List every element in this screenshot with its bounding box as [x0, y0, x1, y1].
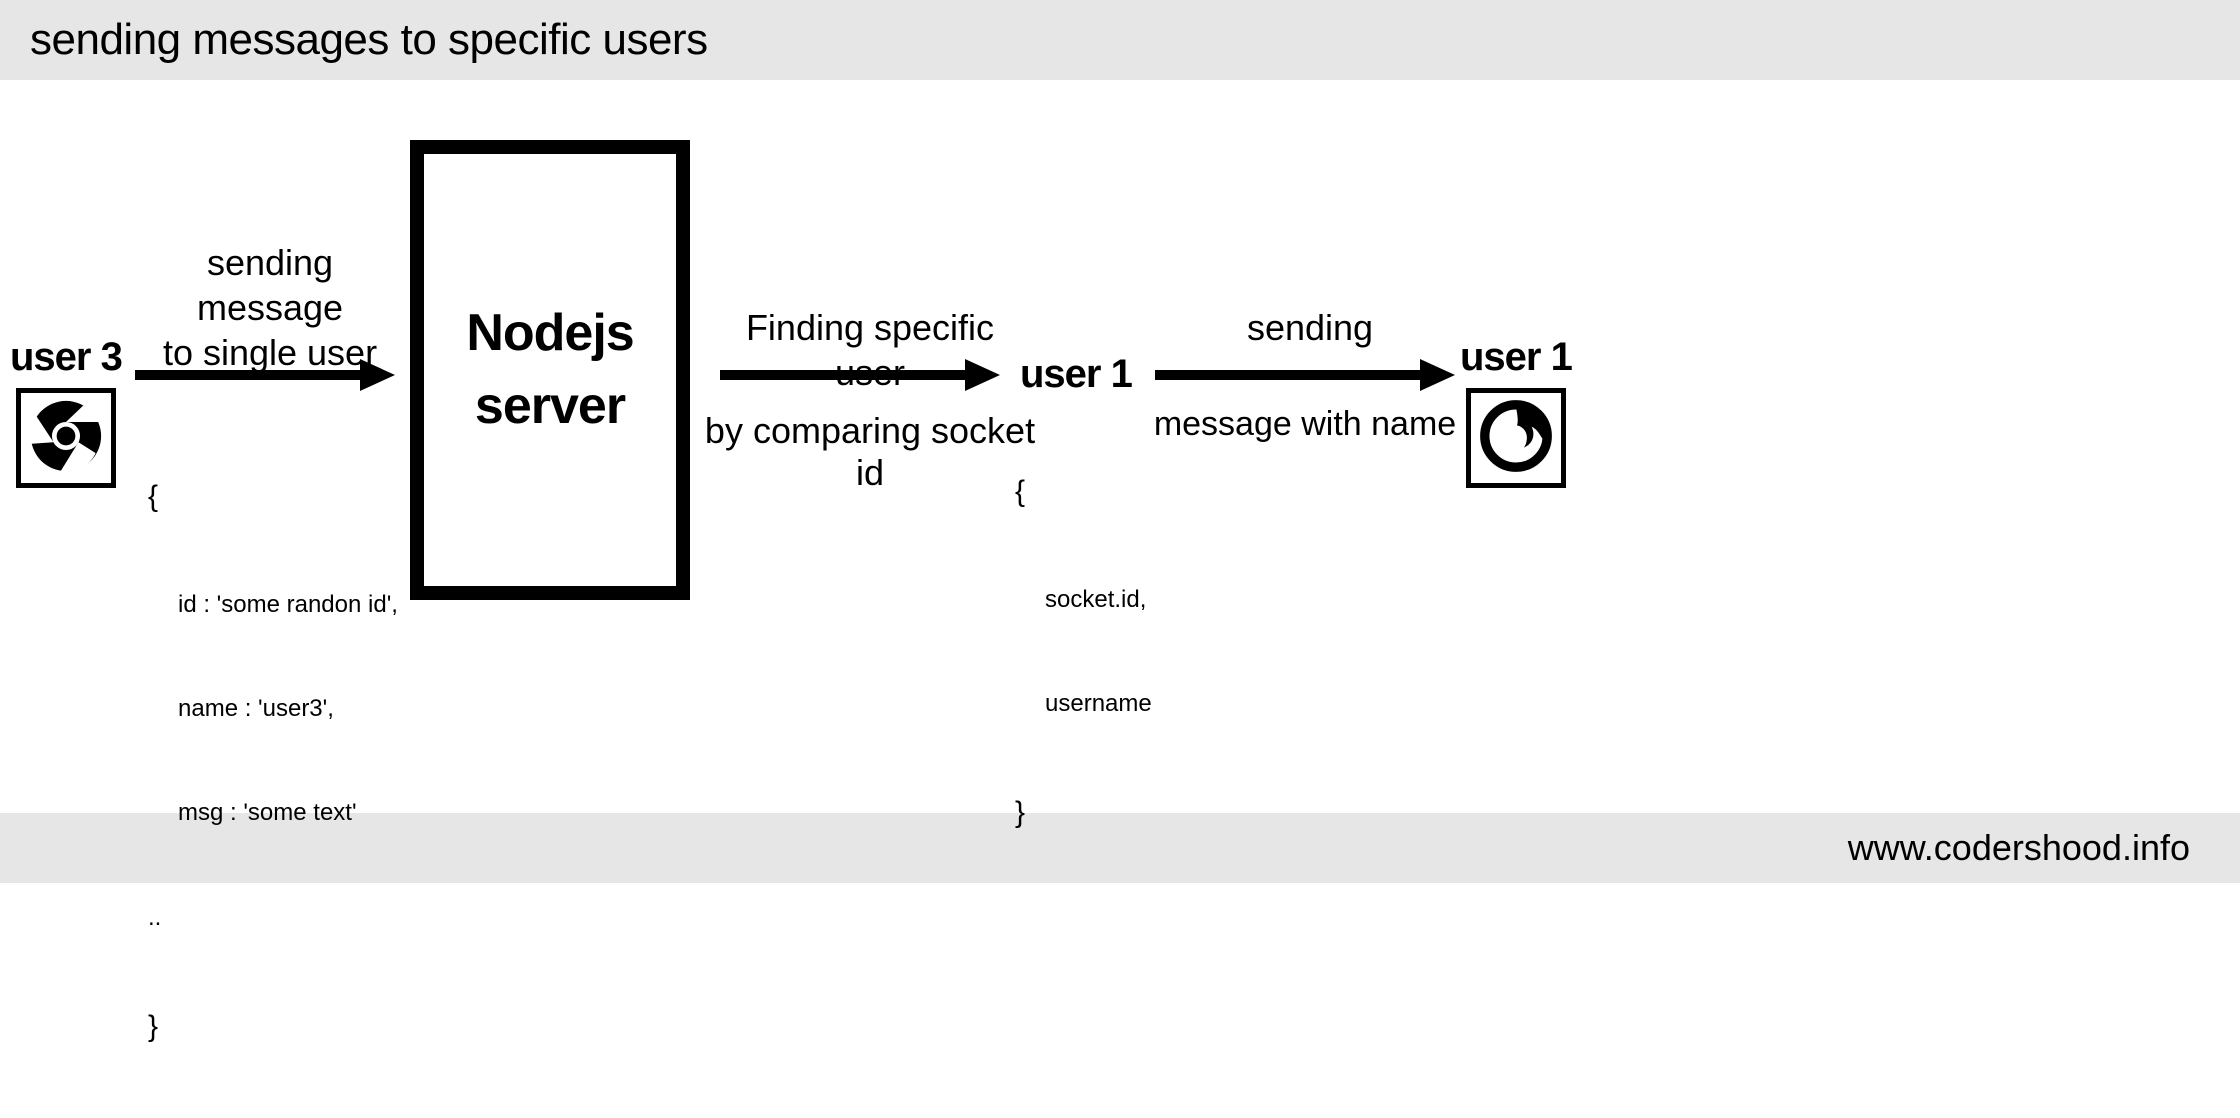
browser-firefox-box	[1466, 388, 1566, 488]
payload2: { socket.id, username }	[1015, 400, 1152, 905]
arrow2-bottom-label: by comparing socket id	[700, 410, 1040, 494]
arrow3-bottom-label: message with name	[1140, 405, 1470, 444]
user3-label: user 3	[10, 335, 122, 380]
arrow2	[720, 355, 1000, 395]
page-title: sending messages to specific users	[30, 15, 708, 65]
arrow3	[1155, 355, 1455, 395]
arrow3-top-label: sending	[1170, 305, 1450, 350]
firefox-icon	[1477, 397, 1555, 480]
chrome-icon	[27, 397, 105, 480]
diagram-canvas: user 3 sending message to single user	[0, 80, 2240, 813]
server-box: Nodejs server	[410, 140, 690, 600]
server-text: Nodejs server	[466, 297, 633, 443]
browser-chrome-box	[16, 388, 116, 488]
footer-url: www.codershood.info	[1848, 827, 2190, 869]
arrow1	[135, 355, 395, 395]
user1-mid-label: user 1	[1020, 352, 1132, 397]
user3-block: user 3	[10, 335, 122, 488]
payload1: { id : 'some randon id', name : 'user3',…	[148, 405, 398, 1118]
user1-right-label: user 1	[1460, 335, 1572, 380]
user1-right-block: user 1	[1460, 335, 1572, 488]
header-bar: sending messages to specific users	[0, 0, 2240, 80]
